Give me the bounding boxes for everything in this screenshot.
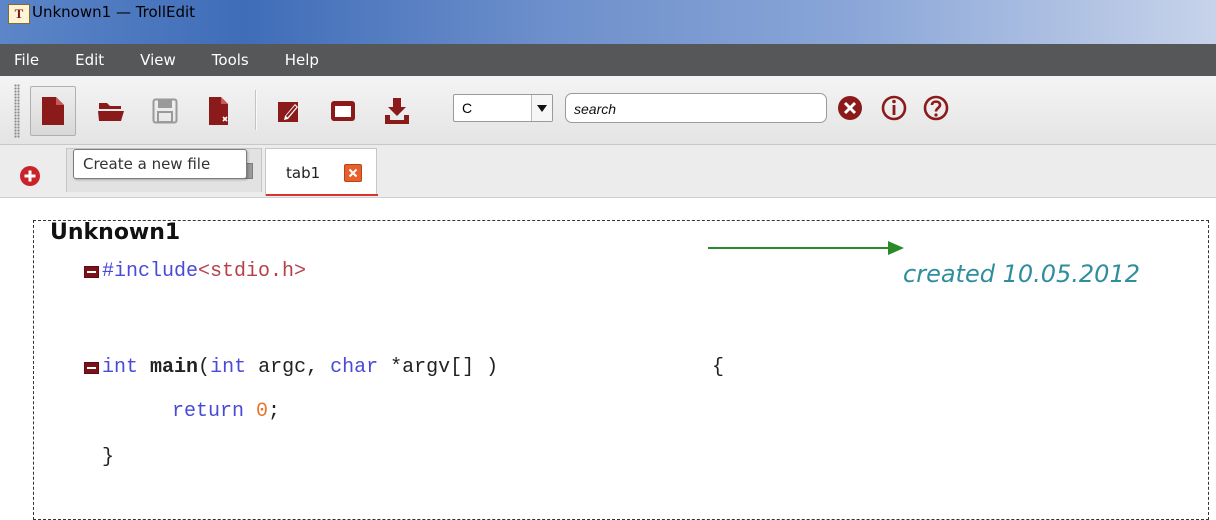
tab-bar: Create a new file tab1 [0,145,1216,198]
download-icon [385,98,409,124]
help-question-icon[interactable] [922,94,950,122]
code-line-return[interactable]: return 0; [172,400,280,423]
menu-bar: File Edit View Tools Help [0,44,1216,76]
fold-toggle-icon[interactable] [84,362,99,374]
open-brace: { [712,356,725,379]
close-file-icon [209,97,228,125]
title-bar: T Unknown1 — TrollEdit [0,0,1216,44]
folder-icon [98,103,124,121]
tab-close-icon[interactable] [344,164,362,182]
param-argc: argc, [246,356,331,379]
include-header: <stdio.h> [198,260,307,283]
menu-edit[interactable]: Edit [75,51,104,69]
semicolon: ; [268,400,281,423]
document-title: Unknown1 [50,220,181,245]
tooltip-new-file: Create a new file [73,149,247,179]
search-input[interactable] [572,98,824,120]
close-file-button[interactable] [196,86,242,136]
return-value: 0 [256,400,269,423]
close-brace[interactable]: } [102,446,114,469]
tab-label: tab1 [286,164,321,182]
window-button[interactable] [320,86,366,136]
editor-area[interactable]: Unknown1 created 10.05.2012 #include<std… [0,198,1216,520]
add-tab-icon[interactable] [19,165,41,187]
preprocessor-directive: #include [102,260,199,283]
paren-open: ( [198,356,211,379]
new-file-button[interactable] [30,86,76,136]
open-file-button[interactable] [88,86,134,136]
code-line-main[interactable]: int main(int argc, char *argv[] ) [102,356,498,379]
menu-help[interactable]: Help [285,51,319,69]
keyword-int: int [210,356,247,379]
language-select-value: C [462,100,473,116]
edit-button[interactable] [266,86,312,136]
menu-tools[interactable]: Tools [212,51,249,69]
toolbar-separator [255,90,256,130]
chevron-down-icon[interactable] [531,95,552,121]
clear-x-icon[interactable] [836,94,864,122]
info-icon[interactable] [880,94,908,122]
keyword-return: return [172,400,245,423]
menu-view[interactable]: View [140,51,176,69]
language-select[interactable]: C [453,94,553,122]
created-date-annotation: created 10.05.2012 [903,260,1140,288]
floppy-icon [152,98,178,124]
import-button[interactable] [374,86,420,136]
pencil-icon [278,102,298,122]
menu-file[interactable]: File [14,51,39,69]
window-icon [331,101,355,121]
code-line-include[interactable]: #include<stdio.h> [102,260,306,283]
keyword-char: char [330,356,379,379]
trolledit-app-icon[interactable]: T [8,4,30,24]
toolbar: C [0,76,1216,145]
window-title: Unknown1 — TrollEdit [32,3,196,21]
active-tab-indicator [266,194,378,196]
new-file-icon [42,97,64,125]
tab-tab1[interactable]: tab1 [265,148,378,196]
function-name: main [150,356,199,379]
search-field[interactable] [565,93,827,123]
keyword-int: int [102,356,139,379]
annotation-arrow-icon [708,241,904,255]
fold-toggle-icon[interactable] [84,266,99,278]
save-file-button[interactable] [142,86,188,136]
param-argv: *argv[] ) [378,356,499,379]
toolbar-grip-handle[interactable] [14,84,20,138]
